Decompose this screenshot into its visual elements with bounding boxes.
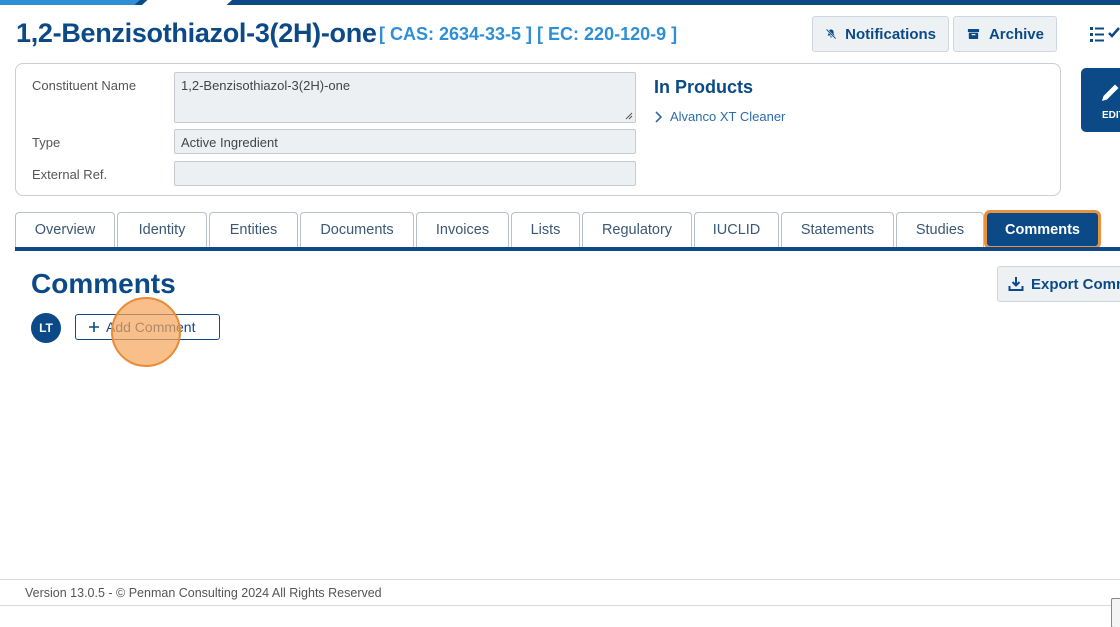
tab-bar: Overview Identity Entities Documents Inv… [15, 210, 1101, 249]
scroll-widget[interactable] [1111, 598, 1120, 627]
constituent-name-label: Constituent Name [32, 78, 137, 93]
tab-label: Overview [34, 222, 96, 238]
top-accent-bar [0, 0, 1120, 5]
external-ref-field[interactable] [174, 161, 636, 186]
tab-invoices[interactable]: Invoices [416, 212, 509, 247]
footer-divider-bottom [0, 605, 1120, 606]
footer-divider [0, 579, 1120, 580]
product-link[interactable]: Alvanco XT Cleaner [654, 109, 785, 124]
tab-statements[interactable]: Statements [781, 212, 894, 247]
tab-label: Comments [1005, 222, 1080, 238]
accent-stripe-white [142, 0, 232, 5]
pencil-icon [1102, 84, 1119, 101]
archive-box-icon [967, 29, 980, 39]
tab-underline [15, 247, 1120, 251]
accent-stripe-light [0, 0, 140, 5]
type-field[interactable]: Active Ingredient [174, 129, 636, 154]
comments-heading: Comments [31, 268, 176, 299]
tab-label: Studies [915, 222, 965, 238]
constituent-details-panel: Constituent Name 1,2-Benzisothiazol-3(2H… [15, 63, 1061, 196]
resize-handle-icon[interactable] [625, 112, 633, 120]
type-label: Type [32, 135, 61, 150]
tab-entities[interactable]: Entities [209, 212, 298, 247]
notifications-button[interactable]: Notifications [812, 16, 949, 52]
tab-lists[interactable]: Lists [511, 212, 580, 247]
page-title: 1,2-Benzisothiazol-3(2H)-one [16, 18, 377, 48]
avatar-initials: LT [39, 321, 53, 335]
tab-studies[interactable]: Studies [896, 212, 984, 247]
tab-documents[interactable]: Documents [300, 212, 414, 247]
substance-identifiers: [ CAS: 2634-33-5 ] [ EC: 220-120-9 ] [379, 24, 678, 44]
tab-overview[interactable]: Overview [15, 212, 115, 247]
download-icon [1008, 277, 1024, 291]
chevron-right-icon [655, 110, 662, 123]
add-comment-label: Add Comment [106, 319, 196, 335]
product-name: Alvanco XT Cleaner [670, 109, 786, 124]
tab-label: IUCLID [712, 222, 761, 238]
tab-label: Documents [320, 222, 394, 238]
tab-label: Entities [229, 222, 278, 238]
list-check-icon[interactable] [1088, 24, 1120, 44]
footer-copyright: Version 13.0.5 - © Penman Consulting 202… [25, 586, 382, 600]
plus-icon [89, 322, 99, 332]
external-ref-label: External Ref. [32, 167, 108, 182]
tab-label: Statements [800, 222, 875, 238]
constituent-name-textarea[interactable]: 1,2-Benzisothiazol-3(2H)-one [174, 72, 636, 123]
avatar: LT [31, 313, 61, 343]
export-comments-label: Export Comments [1031, 275, 1120, 293]
edit-button[interactable]: EDIT [1081, 68, 1120, 132]
edit-label: EDIT [1102, 110, 1120, 121]
tab-label: Regulatory [601, 222, 673, 238]
archive-label: Archive [988, 25, 1044, 43]
tab-iuclid[interactable]: IUCLID [694, 212, 779, 247]
constituent-name-value: 1,2-Benzisothiazol-3(2H)-one [181, 78, 351, 93]
tab-regulatory[interactable]: Regulatory [582, 212, 692, 247]
tab-label: Lists [530, 222, 561, 238]
archive-button[interactable]: Archive [953, 16, 1057, 52]
notifications-label: Notifications [845, 25, 936, 43]
tab-comments[interactable]: Comments [984, 210, 1101, 249]
type-value: Active Ingredient [181, 135, 278, 150]
export-comments-button[interactable]: Export Comments [997, 266, 1120, 302]
bell-slash-icon [825, 28, 837, 40]
tab-label: Invoices [435, 222, 490, 238]
tab-label: Identity [138, 222, 186, 238]
in-products-heading: In Products [654, 77, 754, 97]
tab-identity[interactable]: Identity [117, 212, 207, 247]
add-comment-button[interactable]: Add Comment [75, 314, 220, 340]
